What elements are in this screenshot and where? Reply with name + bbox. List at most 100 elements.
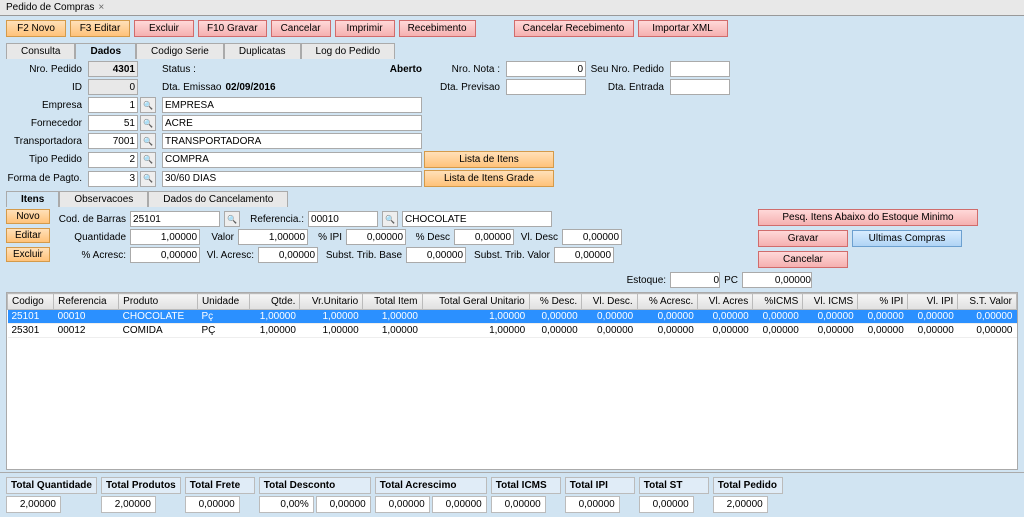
tab-itens[interactable]: Itens bbox=[6, 191, 59, 207]
total-value: 0,00000 bbox=[375, 496, 430, 513]
total-value: 2,00000 bbox=[101, 496, 156, 513]
titlebar: Pedido de Compras × bbox=[0, 0, 1024, 16]
window-title: Pedido de Compras bbox=[6, 2, 94, 13]
total-label: Total ICMS bbox=[491, 477, 561, 494]
empresa-lookup-icon[interactable]: 🔍 bbox=[140, 97, 156, 113]
grid-header-3[interactable]: Unidade bbox=[197, 294, 249, 310]
grid-header-12[interactable]: %ICMS bbox=[753, 294, 803, 310]
grid-cell: Pç bbox=[197, 310, 249, 324]
cod-barras-field[interactable] bbox=[130, 211, 220, 227]
stv-label: Subst. Trib. Valor bbox=[470, 250, 550, 261]
excluir-button[interactable]: Excluir bbox=[134, 20, 194, 37]
grid-header-14[interactable]: % IPI bbox=[858, 294, 908, 310]
novo-button[interactable]: F2 Novo bbox=[6, 20, 66, 37]
grid-row[interactable]: 2530100012COMIDAPÇ1,000001,000001,000001… bbox=[8, 324, 1017, 338]
grid-header-13[interactable]: Vl. ICMS bbox=[803, 294, 858, 310]
grid-header-6[interactable]: Total Item bbox=[363, 294, 422, 310]
grid-header-10[interactable]: % Acresc. bbox=[637, 294, 698, 310]
estoque-val-field[interactable] bbox=[742, 272, 812, 288]
cancelar-button[interactable]: Cancelar bbox=[271, 20, 331, 37]
pagto-nome-field[interactable] bbox=[162, 171, 422, 187]
stv-field[interactable] bbox=[554, 247, 614, 263]
grid-header-2[interactable]: Produto bbox=[119, 294, 198, 310]
fornecedor-cod-field[interactable] bbox=[88, 115, 138, 131]
ipi-field[interactable] bbox=[346, 229, 406, 245]
valor-field[interactable] bbox=[238, 229, 308, 245]
importar-xml-button[interactable]: Importar XML bbox=[638, 20, 728, 37]
total-box: Total Produtos2,00000 bbox=[101, 477, 181, 513]
dta-ent-field[interactable] bbox=[670, 79, 730, 95]
imprimir-button[interactable]: Imprimir bbox=[335, 20, 395, 37]
grid-row[interactable]: 2510100010CHOCOLATEPç1,000001,000001,000… bbox=[8, 310, 1017, 324]
tipo-lookup-icon[interactable]: 🔍 bbox=[140, 152, 156, 168]
tab-codigo-serie[interactable]: Codigo Serie bbox=[136, 43, 224, 59]
grid-header-0[interactable]: Codigo bbox=[8, 294, 54, 310]
stb-field[interactable] bbox=[406, 247, 466, 263]
pagto-cod-field[interactable] bbox=[88, 171, 138, 187]
empresa-cod-field[interactable] bbox=[88, 97, 138, 113]
grid-header-11[interactable]: Vl. Acres bbox=[698, 294, 753, 310]
grid-header-9[interactable]: Vl. Desc. bbox=[582, 294, 638, 310]
ref-field[interactable] bbox=[308, 211, 378, 227]
total-label: Total Desconto bbox=[259, 477, 371, 494]
vldesc-field[interactable] bbox=[562, 229, 622, 245]
cod-barras-lookup-icon[interactable]: 🔍 bbox=[224, 211, 240, 227]
items-grid[interactable]: CodigoReferenciaProdutoUnidadeQtde.Vr.Un… bbox=[6, 292, 1018, 470]
pesq-estoque-button[interactable]: Pesq. Itens Abaixo do Estoque Minimo bbox=[758, 209, 978, 226]
tipo-nome-field[interactable] bbox=[162, 152, 422, 168]
vlacresc-field[interactable] bbox=[258, 247, 318, 263]
cancelar-recebimento-button[interactable]: Cancelar Recebimento bbox=[514, 20, 634, 37]
seu-nro-field[interactable] bbox=[670, 61, 730, 77]
close-icon[interactable]: × bbox=[98, 2, 104, 13]
qtd-field[interactable] bbox=[130, 229, 200, 245]
empresa-nome-field[interactable] bbox=[162, 97, 422, 113]
grid-header-7[interactable]: Total Geral Unitario bbox=[422, 294, 529, 310]
tipo-cod-field[interactable] bbox=[88, 152, 138, 168]
recebimento-button[interactable]: Recebimento bbox=[399, 20, 476, 37]
tab-observacoes[interactable]: Observacoes bbox=[59, 191, 148, 207]
grid-header-16[interactable]: S.T. Valor bbox=[958, 294, 1017, 310]
tab-log[interactable]: Log do Pedido bbox=[301, 43, 396, 59]
total-label: Total ST bbox=[639, 477, 709, 494]
transp-cod-field[interactable] bbox=[88, 133, 138, 149]
tab-dados[interactable]: Dados bbox=[75, 43, 136, 59]
grid-cell: 0,00000 bbox=[529, 310, 581, 324]
grid-header-8[interactable]: % Desc. bbox=[529, 294, 581, 310]
dta-prev-field[interactable] bbox=[506, 79, 586, 95]
grid-header-1[interactable]: Referencia bbox=[54, 294, 119, 310]
item-excluir-button[interactable]: Excluir bbox=[6, 247, 50, 262]
item-gravar-button[interactable]: Gravar bbox=[758, 230, 848, 247]
ultimas-compras-button[interactable]: Ultimas Compras bbox=[852, 230, 962, 247]
transp-nome-field[interactable] bbox=[162, 133, 422, 149]
nro-nota-field[interactable] bbox=[506, 61, 586, 77]
nro-pedido-field[interactable] bbox=[88, 61, 138, 77]
tab-cancelamento[interactable]: Dados do Cancelamento bbox=[148, 191, 288, 207]
pagto-lookup-icon[interactable]: 🔍 bbox=[140, 171, 156, 187]
dta-emissao-value: 02/09/2016 bbox=[225, 82, 275, 93]
item-novo-button[interactable]: Novo bbox=[6, 209, 50, 224]
grid-header-15[interactable]: Vl. IPI bbox=[908, 294, 958, 310]
grid-cell: 0,00000 bbox=[958, 324, 1017, 338]
tab-consulta[interactable]: Consulta bbox=[6, 43, 75, 59]
gravar-button[interactable]: F10 Gravar bbox=[198, 20, 267, 37]
item-cancelar-button[interactable]: Cancelar bbox=[758, 251, 848, 268]
transp-lookup-icon[interactable]: 🔍 bbox=[140, 133, 156, 149]
ref-lookup-icon[interactable]: 🔍 bbox=[382, 211, 398, 227]
fornecedor-lookup-icon[interactable]: 🔍 bbox=[140, 115, 156, 131]
total-value: 0,00000 bbox=[185, 496, 240, 513]
stb-label: Subst. Trib. Base bbox=[322, 250, 402, 261]
acresc-field[interactable] bbox=[130, 247, 200, 263]
desc-field[interactable] bbox=[454, 229, 514, 245]
tab-duplicatas[interactable]: Duplicatas bbox=[224, 43, 301, 59]
lista-itens-button[interactable]: Lista de Itens bbox=[424, 151, 554, 168]
prod-nome-field[interactable] bbox=[402, 211, 552, 227]
lista-itens-grade-button[interactable]: Lista de Itens Grade bbox=[424, 170, 554, 187]
editar-button[interactable]: F3 Editar bbox=[70, 20, 130, 37]
item-editar-button[interactable]: Editar bbox=[6, 228, 50, 243]
total-box: Total Desconto0,00%0,00000 bbox=[259, 477, 371, 513]
grid-header-4[interactable]: Qtde. bbox=[250, 294, 300, 310]
fornecedor-nome-field[interactable] bbox=[162, 115, 422, 131]
grid-header-5[interactable]: Vr.Unitario bbox=[300, 294, 363, 310]
id-field[interactable] bbox=[88, 79, 138, 95]
estoque-qtd-field[interactable] bbox=[670, 272, 720, 288]
